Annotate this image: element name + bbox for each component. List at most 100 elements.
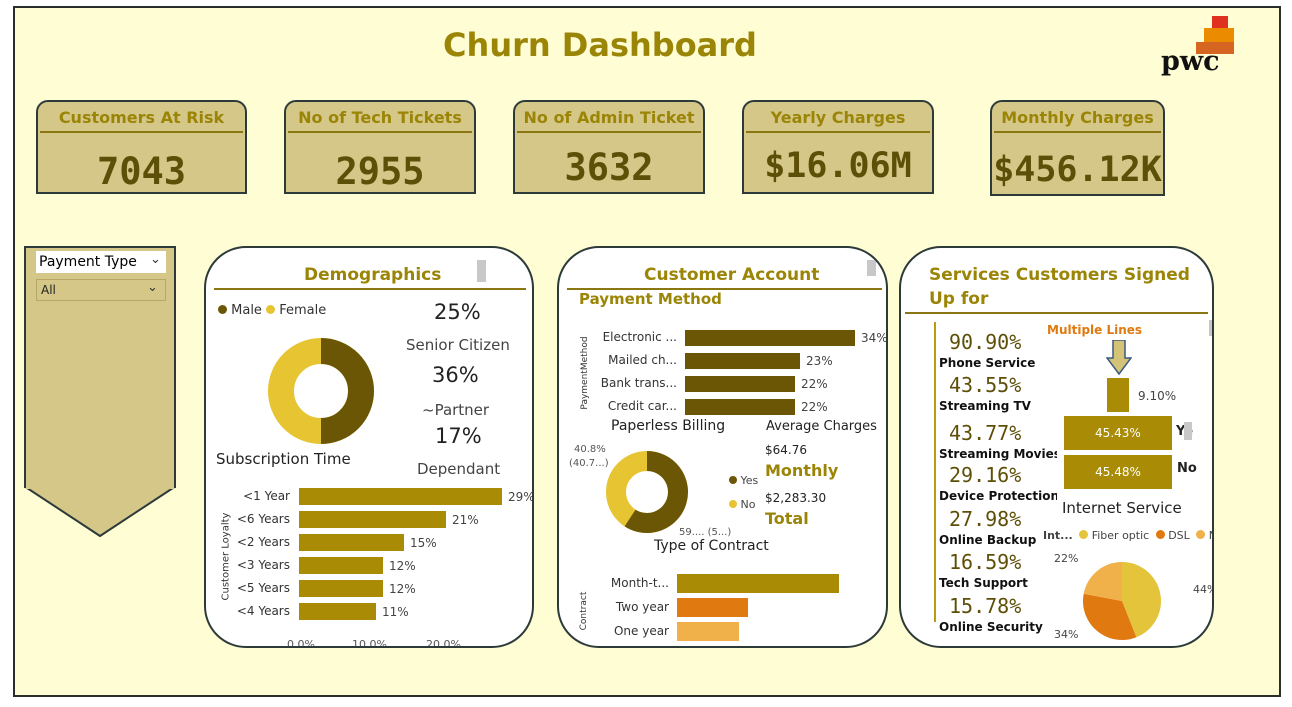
payment-bar	[685, 330, 855, 346]
kpi-label: No of Tech Tickets	[298, 108, 462, 127]
axis-label: Contract	[579, 591, 589, 631]
stat-value: 17%	[435, 424, 482, 448]
donut-label: (40.7...)	[569, 458, 609, 469]
multiple-lines-bar-blank	[1107, 378, 1129, 412]
contract-type-chart: Month-t... Two year One year	[589, 574, 886, 646]
loyalty-bar	[299, 511, 446, 528]
scrollbar[interactable]	[1209, 320, 1212, 336]
kpi-tech-tickets[interactable]: No of Tech Tickets 2955	[284, 100, 476, 194]
bar-value-label: 12%	[389, 582, 416, 596]
legend-dot	[729, 500, 737, 508]
stat-label: Dependant	[417, 460, 501, 478]
service-percent: 43.55%	[949, 373, 1022, 397]
pie-value-label: 34%	[1054, 628, 1078, 641]
legend-dot	[1155, 530, 1165, 539]
category-label: Two year	[615, 600, 669, 614]
bar-value-label: 21%	[452, 513, 479, 527]
total-charge-value: $2,283.30	[765, 491, 827, 505]
arrow-down-icon	[1106, 340, 1132, 376]
payment-bar	[685, 353, 800, 369]
service-percent: 43.77%	[949, 421, 1022, 445]
bar-value-label: 15%	[410, 536, 437, 550]
loyalty-bar	[299, 557, 383, 574]
internet-legend: Int... Fiber optic DSL No	[1043, 529, 1212, 542]
monthly-charge-label: Monthly	[765, 461, 839, 480]
x-tick-label: 0.0%	[287, 638, 315, 648]
service-name: Streaming Movies	[939, 447, 1057, 461]
kpi-monthly-charges[interactable]: Monthly Charges $456.12K	[990, 100, 1165, 196]
loyalty-bar	[299, 534, 404, 551]
donut-label: 59.... (5...)	[679, 527, 732, 538]
panel-title-line2: Up for	[929, 289, 989, 309]
donut-title: Subscription Time	[216, 450, 351, 468]
service-name: Online Security	[939, 620, 1043, 634]
kpi-customers-at-risk[interactable]: Customers At Risk 7043	[36, 100, 247, 194]
legend-dot	[266, 305, 276, 314]
category-label: Mailed ch...	[608, 353, 677, 367]
service-percent: 90.90%	[949, 330, 1022, 354]
category-label: Month-t...	[610, 576, 669, 590]
scrollbar[interactable]	[477, 260, 486, 282]
paperless-billing-donut	[606, 451, 688, 533]
service-percent: 16.59%	[949, 550, 1022, 574]
category-label: <3 Years	[236, 558, 290, 572]
scrollbar[interactable]	[867, 260, 876, 276]
stat-label: Senior Citizen	[406, 336, 510, 354]
contract-bar	[677, 574, 840, 593]
legend-dot	[1079, 530, 1089, 539]
category-label: Bank trans...	[600, 376, 677, 390]
service-name: Streaming TV	[939, 399, 1031, 413]
service-name: Device Protection	[939, 489, 1057, 503]
kpi-admin-tickets[interactable]: No of Admin Ticket 3632	[513, 100, 705, 194]
panel-title-line1: Services Customers Signed	[929, 265, 1190, 285]
multiple-lines-bar-no: 45.48%	[1063, 454, 1173, 490]
legend-dot	[1196, 530, 1206, 539]
stat-label: ~Partner	[422, 401, 490, 419]
kpi-label: Yearly Charges	[770, 108, 906, 127]
panel-title: Demographics	[304, 265, 442, 285]
bar-value-label: 45.43%	[1095, 426, 1141, 440]
kpi-label: No of Admin Ticket	[523, 108, 695, 127]
category-label: Credit car...	[607, 399, 677, 413]
customer-account-panel: Customer Account Payment Method PaymentM…	[557, 246, 888, 648]
payment-bar	[685, 399, 795, 415]
service-name: Phone Service	[939, 356, 1036, 370]
kpi-label: Customers At Risk	[58, 108, 225, 127]
chevron-down-icon[interactable]: ⌄	[150, 252, 161, 267]
category-label: <2 Years	[236, 535, 290, 549]
bar-value-label: 11%	[382, 605, 409, 619]
payment-type-slicer: Payment Type ⌄ All ⌄	[24, 246, 176, 488]
monthly-charge-value: $64.76	[765, 443, 807, 457]
subscription-time-donut	[268, 338, 374, 444]
service-percent: 15.78%	[949, 594, 1022, 618]
contract-bar	[677, 598, 748, 617]
payment-bar	[685, 376, 795, 392]
pie-value-label: 44%	[1193, 583, 1213, 596]
legend-item-no: No	[729, 498, 755, 511]
average-charges-title: Average Charges	[766, 419, 877, 434]
donut-label: 40.8%	[574, 444, 606, 455]
bar-value-label: 45.48%	[1095, 465, 1141, 479]
kpi-value: 3632	[564, 146, 654, 189]
bar-value-label: 29%	[508, 490, 534, 504]
multiple-lines-bar-yes: 45.43%	[1063, 415, 1173, 451]
loyalty-bar	[299, 603, 376, 620]
demographics-panel: Demographics Male Female Subscription Ti…	[204, 246, 534, 648]
contract-chart-title: Type of Contract	[654, 538, 769, 554]
slicer-dropdown[interactable]: All ⌄	[36, 279, 166, 301]
bar-value-label: 23%	[806, 354, 833, 368]
slicer-arrow-shape	[24, 486, 176, 538]
service-percent: 29.16%	[949, 463, 1022, 487]
chevron-down-icon: ⌄	[147, 280, 158, 295]
kpi-yearly-charges[interactable]: Yearly Charges $16.06M	[742, 100, 934, 194]
slicer-header[interactable]: Payment Type ⌄	[36, 251, 166, 273]
service-percent: 27.98%	[949, 507, 1022, 531]
scrollbar[interactable]	[1184, 422, 1192, 440]
kpi-label: Monthly Charges	[1001, 108, 1154, 127]
total-charge-label: Total	[765, 509, 809, 528]
x-tick-label: 20.0%	[426, 638, 461, 648]
kpi-value: $16.06M	[764, 146, 912, 186]
legend-item-male: Male Female	[218, 303, 326, 318]
kpi-value: $456.12K	[993, 150, 1162, 190]
payment-method-chart: Electronic ... 34% Mailed ch... 23% Bank tra…	[589, 330, 886, 418]
